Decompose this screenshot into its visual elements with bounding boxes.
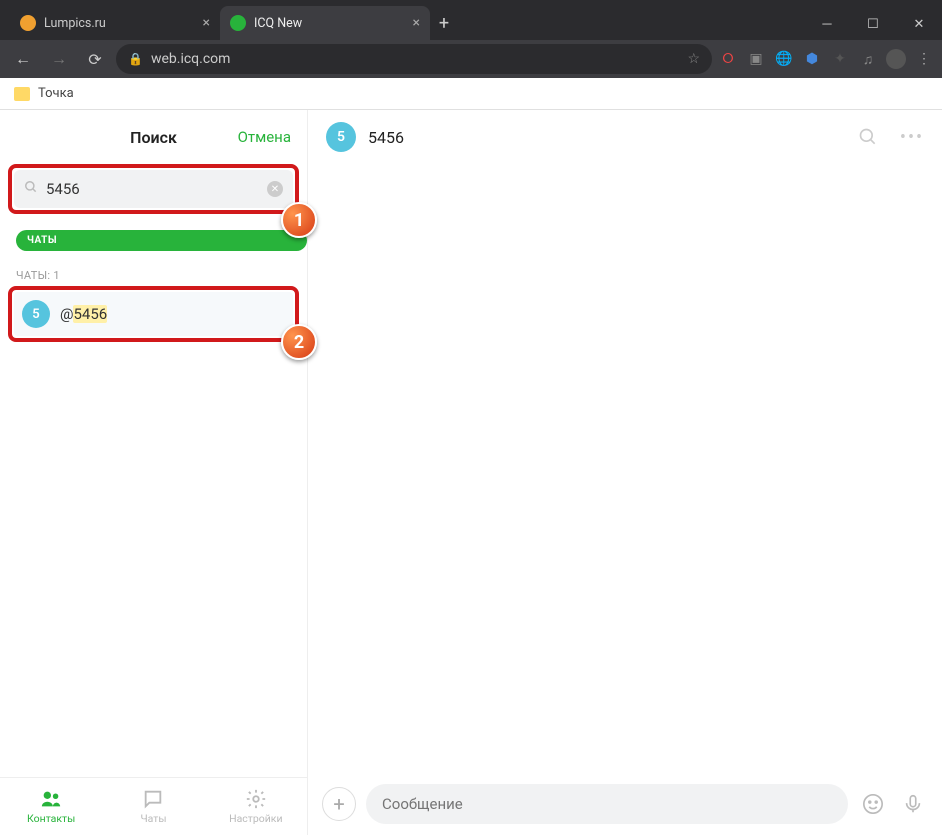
close-icon[interactable]: × [203,15,210,31]
chat-avatar[interactable]: 5 [326,122,356,152]
sidebar-bottom-nav: Контакты Чаты Настройки [0,777,307,835]
menu-icon[interactable]: ⋮ [914,49,934,69]
nav-chats[interactable]: Чаты [102,778,204,835]
chat-main: 5 5456 ••• + [308,110,942,835]
tab-title: Lumpics.ru [44,16,106,31]
avatar-icon[interactable] [886,49,906,69]
nav-contacts[interactable]: Контакты [0,778,102,835]
chat-body [308,164,942,773]
new-tab-button[interactable]: + [430,9,458,37]
browser-titlebar: Lumpics.ru × ICQ New × + ─ ☐ ✕ [0,0,942,40]
star-icon[interactable]: ☆ [687,51,700,67]
emoji-icon[interactable] [858,793,888,815]
search-box[interactable]: ✕ [14,170,293,208]
nav-label: Контакты [27,812,75,825]
opera-icon[interactable]: ⭘ [718,49,738,69]
address-bar[interactable]: 🔒 web.icq.com ☆ [116,44,712,74]
avatar: 5 [22,300,50,328]
section-label: ЧАТЫ: 1 [16,269,307,282]
filter-chats[interactable]: ЧАТЫ [16,230,307,251]
nav-label: Чаты [140,812,166,825]
composer: + [308,773,942,835]
favicon-icon [20,15,36,31]
playlist-icon[interactable]: ♫ [858,49,878,69]
search-result-item[interactable]: 5 @5456 [14,292,293,336]
reload-button[interactable]: ⟳ [80,44,110,74]
bookmark-item[interactable]: Точка [38,86,74,101]
extension-icons: ⭘ ▣ 🌐 ⬢ ✦ ♫ ⋮ [718,49,934,69]
bookmarks-bar: Точка [0,78,942,110]
message-input-wrap[interactable] [366,784,848,824]
sidebar: Поиск Отмена ✕ 1 ЧАТЫ ЧАТЫ: 1 5 @5456 2 [0,110,308,835]
window-controls: ─ ☐ ✕ [804,8,942,40]
message-input[interactable] [382,795,832,813]
puzzle-icon[interactable]: ✦ [830,49,850,69]
lock-icon: 🔒 [128,52,143,66]
result-text: @5456 [60,305,107,323]
search-chat-icon[interactable] [856,125,880,149]
sidebar-title: Поиск [130,128,177,147]
browser-tabs: Lumpics.ru × ICQ New × + [0,0,804,40]
tab-title: ICQ New [254,16,302,31]
contacts-icon [40,788,62,810]
highlight-text: 5456 [73,305,107,323]
at-sign: @ [60,305,73,323]
maximize-button[interactable]: ☐ [850,8,896,40]
help-icon[interactable]: ▣ [746,49,766,69]
result-annotation-box: 5 @5456 2 [8,286,299,342]
chats-icon [142,788,164,810]
favicon-icon [230,15,246,31]
nav-label: Настройки [229,812,282,825]
app-root: Поиск Отмена ✕ 1 ЧАТЫ ЧАТЫ: 1 5 @5456 2 [0,110,942,835]
tab-icq[interactable]: ICQ New × [220,6,430,40]
chat-title[interactable]: 5456 [368,128,836,147]
annotation-badge-2: 2 [281,324,317,360]
cube-icon[interactable]: ⬢ [802,49,822,69]
search-input[interactable] [46,180,259,198]
sidebar-header: Поиск Отмена [0,110,307,164]
annotation-badge-1: 1 [281,202,317,238]
gear-icon [245,788,267,810]
search-icon [24,180,38,198]
forward-button[interactable]: → [44,44,74,74]
back-button[interactable]: ← [8,44,38,74]
globe-icon[interactable]: 🌐 [774,49,794,69]
clear-icon[interactable]: ✕ [267,181,283,197]
browser-toolbar: ← → ⟳ 🔒 web.icq.com ☆ ⭘ ▣ 🌐 ⬢ ✦ ♫ ⋮ [0,40,942,78]
mic-icon[interactable] [898,793,928,815]
minimize-button[interactable]: ─ [804,8,850,40]
attach-button[interactable]: + [322,787,356,821]
url-text: web.icq.com [151,51,230,67]
cancel-button[interactable]: Отмена [238,128,291,146]
search-annotation-box: ✕ 1 [8,164,299,214]
nav-settings[interactable]: Настройки [205,778,307,835]
close-window-button[interactable]: ✕ [896,8,942,40]
tab-lumpics[interactable]: Lumpics.ru × [10,6,220,40]
close-icon[interactable]: × [413,15,420,31]
more-icon[interactable]: ••• [900,125,924,149]
chat-header: 5 5456 ••• [308,110,942,164]
folder-icon [14,87,30,101]
